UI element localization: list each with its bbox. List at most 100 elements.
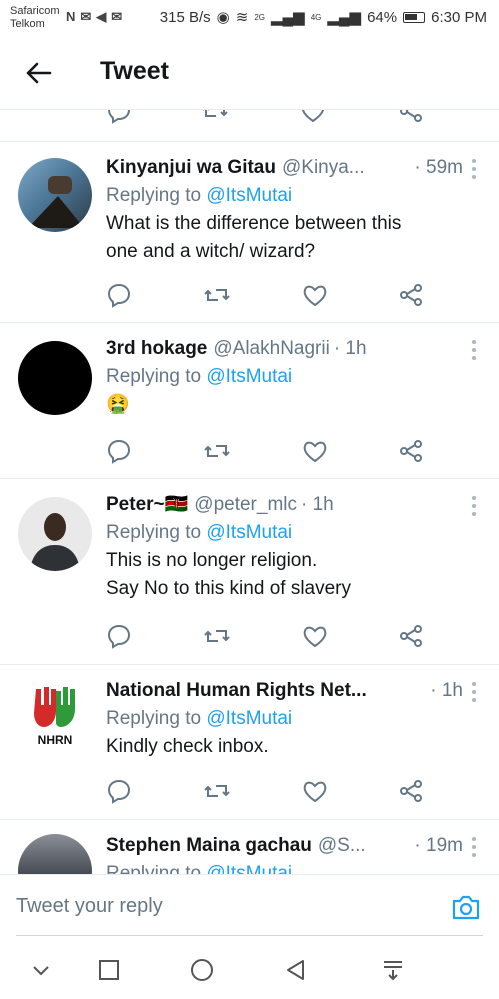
tweet-actions — [106, 438, 436, 464]
status-right: 315 B/s ◉ ≋ 2G ▂▄▆ 4G ▂▄▆ 64% 6:30 PM — [159, 8, 487, 27]
wifi-icon: ≋ — [235, 9, 249, 26]
back-nav-icon[interactable] — [283, 958, 309, 982]
like-icon[interactable] — [302, 438, 328, 464]
more-options-icon[interactable] — [471, 681, 477, 703]
tweet-nhrn[interactable]: NHRN National Human Rights Net... · 1h R… — [0, 665, 499, 820]
retweet-icon[interactable] — [202, 110, 228, 124]
display-name[interactable]: National Human Rights Net... — [106, 679, 367, 703]
reply-divider — [16, 935, 483, 936]
status-bar: Safaricom Telkom N ✉ ◀ ✉ 315 B/s ◉ ≋ 2G … — [0, 0, 499, 36]
previous-tweet-actions — [0, 110, 499, 142]
battery-icon — [403, 11, 426, 23]
more-options-icon[interactable] — [471, 495, 477, 517]
mention-link[interactable]: @ItsMutai — [206, 863, 292, 874]
signal-icon-2: ▂▄▆ — [327, 9, 362, 26]
retweet-icon[interactable] — [204, 282, 230, 308]
replying-to: Replying to @ItsMutai — [106, 363, 479, 391]
replying-to: Replying to @ItsMutai — [106, 860, 479, 874]
retweet-icon[interactable] — [204, 438, 230, 464]
avatar[interactable] — [18, 341, 92, 415]
replying-to: Replying to @ItsMutai — [106, 182, 479, 210]
battery-percent: 64% — [367, 8, 398, 26]
user-handle[interactable]: @S... — [318, 834, 366, 858]
reply-icon[interactable] — [106, 282, 132, 308]
chevron-down-icon[interactable] — [28, 958, 54, 982]
share-icon[interactable] — [398, 438, 424, 464]
tweet-time: · 1h — [333, 338, 367, 359]
retweet-icon[interactable] — [204, 623, 230, 649]
like-icon[interactable] — [300, 110, 326, 124]
more-options-icon[interactable] — [471, 158, 477, 180]
notification-drawer-icon[interactable] — [380, 958, 406, 982]
display-name[interactable]: 3rd hokage — [106, 337, 207, 361]
camera-icon[interactable] — [451, 893, 481, 921]
tweet-text-line-1: This is no longer religion. — [106, 550, 318, 571]
share-icon[interactable] — [398, 282, 424, 308]
share-icon[interactable] — [398, 778, 424, 804]
page-title: Tweet — [100, 57, 169, 85]
retweet-icon[interactable] — [204, 778, 230, 804]
reply-input[interactable] — [16, 889, 436, 923]
tweet-text-line-2: one and a witch/ wizard? — [106, 241, 316, 262]
avatar[interactable]: NHRN — [18, 681, 92, 755]
tweet-text-line-1: Kindly check inbox. — [106, 736, 269, 757]
replying-to-label: Replying to — [106, 708, 207, 729]
nhrn-logo-text: NHRN — [37, 733, 73, 747]
reply-bar — [0, 874, 499, 936]
mention-link[interactable]: @ItsMutai — [206, 708, 292, 729]
reply-icon[interactable] — [106, 110, 132, 124]
display-name[interactable]: Stephen Maina gachau — [106, 834, 312, 858]
network-speed: 315 B/s — [159, 8, 211, 26]
tweet-kinyanjui[interactable]: Kinyanjui wa Gitau @Kinya... · 59m Reply… — [0, 142, 499, 323]
replying-to-label: Replying to — [106, 185, 207, 206]
like-icon[interactable] — [302, 623, 328, 649]
mention-link[interactable]: @ItsMutai — [206, 366, 292, 387]
avatar[interactable] — [18, 497, 92, 571]
reply-icon[interactable] — [106, 778, 132, 804]
signal-icon: ▂▄▆ — [271, 9, 305, 26]
back-arrow-icon[interactable] — [22, 56, 56, 90]
tweet-text-line-2: Say No to this kind of slavery — [106, 578, 351, 599]
eye-icon: ◉ — [216, 9, 230, 26]
user-handle[interactable]: @AlakhNagrii — [213, 337, 329, 361]
display-name[interactable]: Kinyanjui wa Gitau — [106, 156, 276, 180]
tweet-stephen[interactable]: Stephen Maina gachau @S... · 19m Replyin… — [0, 820, 499, 874]
share-icon[interactable] — [398, 623, 424, 649]
tweet-text: What is the difference between this one … — [106, 210, 479, 266]
mail-icon: ✉ — [80, 9, 92, 24]
tweet-actions — [106, 282, 436, 308]
n-app-icon: N — [66, 9, 76, 24]
tweet-actions — [106, 778, 436, 804]
signal-2g-label: 2G — [254, 12, 266, 22]
home-icon[interactable] — [189, 958, 215, 982]
tweet-time: · 19m — [414, 835, 463, 856]
avatar[interactable] — [18, 834, 92, 874]
recent-apps-icon[interactable] — [96, 958, 122, 982]
like-icon[interactable] — [302, 282, 328, 308]
send-icon: ◀ — [96, 9, 107, 24]
email-icon: ✉ — [111, 9, 123, 24]
share-icon[interactable] — [398, 110, 424, 124]
user-handle[interactable]: @peter_mlc — [194, 493, 297, 517]
tweet-peter[interactable]: Peter~🇰🇪 @peter_mlc · 1h Replying to @It… — [0, 479, 499, 665]
system-nav-bar — [0, 940, 499, 999]
more-options-icon[interactable] — [471, 339, 477, 361]
signal-4g-label: 4G — [310, 12, 322, 22]
tweet-3rd-hokage[interactable]: 3rd hokage @AlakhNagrii · 1h Replying to… — [0, 323, 499, 479]
display-name[interactable]: Peter~🇰🇪 — [106, 493, 188, 517]
mention-link[interactable]: @ItsMutai — [206, 522, 292, 543]
tweet-text: 🤮 — [106, 391, 479, 419]
avatar[interactable] — [18, 158, 92, 232]
like-icon[interactable] — [302, 778, 328, 804]
user-handle[interactable]: @Kinya... — [282, 156, 365, 180]
tweet-emoji: 🤮 — [106, 394, 130, 415]
tweet-text: This is no longer religion. Say No to th… — [106, 547, 479, 603]
reply-icon[interactable] — [106, 438, 132, 464]
clock: 6:30 PM — [431, 8, 487, 26]
carrier-1: Safaricom — [10, 5, 60, 17]
reply-icon[interactable] — [106, 623, 132, 649]
more-options-icon[interactable] — [471, 836, 477, 858]
replying-to-label: Replying to — [106, 863, 207, 874]
mention-link[interactable]: @ItsMutai — [206, 185, 292, 206]
tweet-text-line-1: What is the difference between this — [106, 213, 402, 234]
